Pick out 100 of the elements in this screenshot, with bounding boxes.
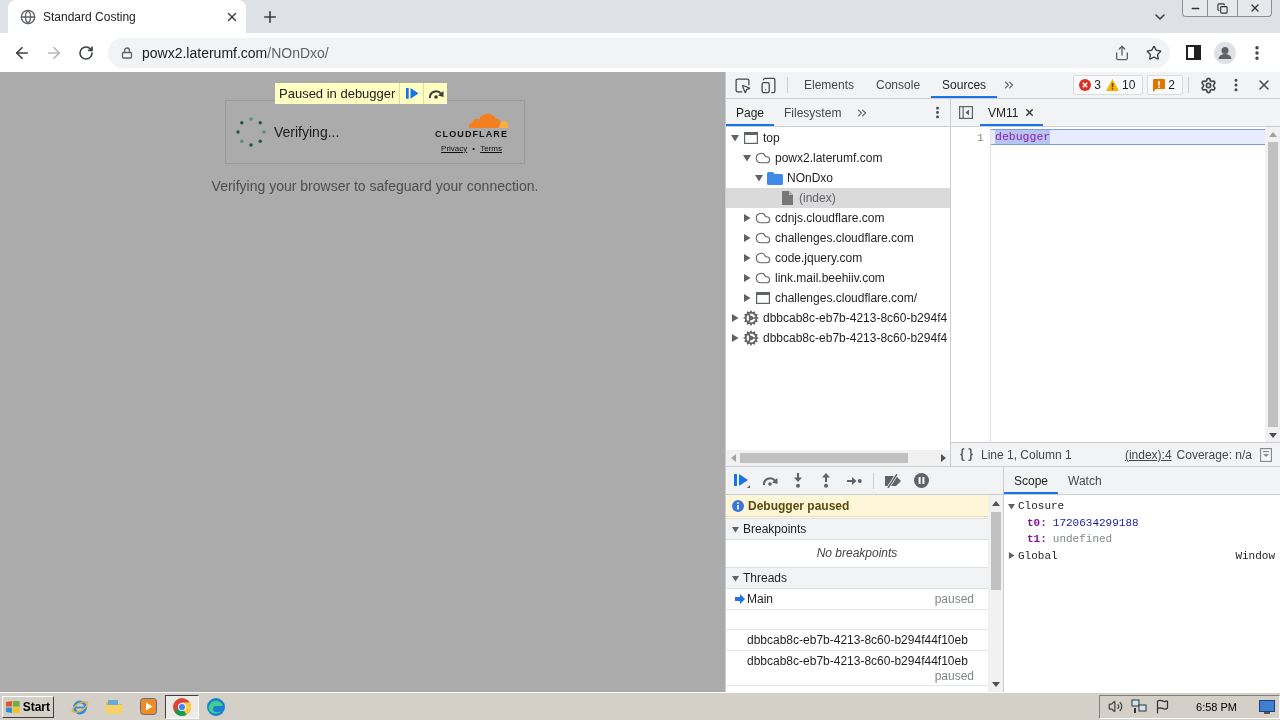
- network-icon[interactable]: [1131, 699, 1148, 714]
- paused-message: Debugger paused: [748, 498, 850, 513]
- device-toolbar-icon[interactable]: [759, 76, 777, 94]
- step-over-icon[interactable]: [427, 88, 444, 99]
- file-tab[interactable]: VM11: [980, 99, 1044, 126]
- issue-icon: [1153, 78, 1166, 92]
- issues-counter[interactable]: 2: [1147, 75, 1183, 95]
- disclosure-triangle-icon[interactable]: [743, 294, 751, 302]
- speaker-icon[interactable]: [1108, 699, 1124, 714]
- scrollbar-thumb[interactable]: [990, 512, 1001, 590]
- step-out-icon[interactable]: [822, 473, 830, 488]
- pause-on-exceptions-icon[interactable]: [913, 473, 929, 488]
- start-button[interactable]: Start: [2, 695, 54, 718]
- disclosure-triangle-icon[interactable]: [743, 274, 751, 282]
- disclosure-triangle-icon[interactable]: [743, 254, 751, 262]
- coverage-icon[interactable]: [1260, 447, 1272, 462]
- resume-icon[interactable]: [405, 88, 419, 99]
- horizontal-scrollbar[interactable]: [726, 450, 950, 466]
- tree-item[interactable]: link.mail.beehiiv.com: [726, 268, 950, 288]
- tree-item[interactable]: challenges.cloudflare.com: [726, 228, 950, 248]
- tree-item[interactable]: NOnDxo: [726, 168, 950, 188]
- step-icon[interactable]: [846, 476, 862, 485]
- share-icon[interactable]: [1114, 44, 1130, 61]
- disclosure-triangle-icon[interactable]: [743, 234, 751, 242]
- thread-item[interactable]: Main paused: [726, 589, 988, 610]
- tree-item[interactable]: dbbcab8c-eb7b-4213-8c60-b294f4: [726, 308, 950, 328]
- disclosure-triangle-icon[interactable]: [732, 574, 739, 582]
- address-bar[interactable]: powx2.laterumf.com/NOnDxo/: [108, 37, 1170, 68]
- clock: 6:58 PM: [1196, 700, 1237, 713]
- console-counters[interactable]: 3 10: [1073, 75, 1144, 95]
- profile-avatar-icon[interactable]: [1214, 41, 1236, 64]
- source-link[interactable]: (index):4: [1124, 447, 1172, 462]
- lock-icon: [121, 46, 133, 59]
- sidebar-toggle-icon[interactable]: [958, 106, 973, 119]
- scroll-down-icon[interactable]: [1268, 432, 1277, 438]
- scroll-right-icon[interactable]: [940, 454, 946, 462]
- pretty-print-icon[interactable]: [958, 447, 974, 462]
- disclosure-triangle-icon[interactable]: [743, 214, 751, 222]
- deactivate-breakpoints-icon[interactable]: [884, 473, 902, 488]
- vertical-scrollbar[interactable]: [1265, 127, 1280, 442]
- section-header[interactable]: Threads: [726, 567, 988, 589]
- disclosure-triangle-icon[interactable]: [1008, 502, 1015, 510]
- navigator-tab[interactable]: Filesystem: [774, 99, 852, 126]
- swirl-icon[interactable]: [207, 697, 225, 716]
- side-panel-icon[interactable]: [1185, 45, 1201, 60]
- thread-item[interactable]: dbbcab8c-eb7b-4213-8c60-b294f44f10eb: [726, 629, 988, 651]
- sidebar-tab[interactable]: Watch: [1058, 467, 1112, 494]
- wheel-icon[interactable]: [173, 697, 191, 716]
- vertical-scrollbar[interactable]: [988, 495, 1003, 692]
- star-icon[interactable]: [1146, 44, 1162, 61]
- show-desktop-icon[interactable]: [1259, 699, 1275, 714]
- restore-button[interactable]: [1208, 0, 1238, 17]
- scroll-up-icon[interactable]: [991, 500, 1000, 506]
- reload-icon[interactable]: [78, 44, 94, 61]
- step-into-icon[interactable]: [794, 473, 802, 488]
- scrollbar-thumb[interactable]: [1267, 142, 1278, 427]
- globe-icon: [20, 8, 36, 25]
- sidebar-tab[interactable]: Scope: [1004, 467, 1059, 494]
- scope-section[interactable]: Global: [1008, 549, 1058, 562]
- play-tile-icon[interactable]: [139, 698, 157, 715]
- tree-item[interactable]: cdnjs.cloudflare.com: [726, 208, 950, 228]
- section-header[interactable]: Breakpoints: [726, 518, 988, 540]
- navigator-tab[interactable]: Page: [726, 99, 775, 126]
- disclosure-triangle-icon[interactable]: [731, 134, 739, 142]
- tree-item[interactable]: code.jquery.com: [726, 248, 950, 268]
- disclosure-triangle-icon[interactable]: [732, 525, 739, 533]
- footer-link[interactable]: Privacy: [441, 143, 468, 153]
- tree-item[interactable]: top: [726, 128, 950, 148]
- tree-item[interactable]: powx2.laterumf.com: [726, 148, 950, 168]
- disclosure-triangle-icon[interactable]: [1008, 552, 1015, 560]
- tree-item[interactable]: (index): [726, 188, 950, 208]
- disclosure-triangle-icon[interactable]: [743, 154, 751, 162]
- close-icon[interactable]: [1024, 107, 1036, 118]
- cursor-position: Line 1, Column 1: [981, 447, 1072, 462]
- close-icon[interactable]: [1256, 77, 1272, 93]
- tree-item[interactable]: challenges.cloudflare.com/: [726, 288, 950, 308]
- scrollbar-thumb[interactable]: [740, 453, 908, 463]
- scope-name: t0:: [1027, 516, 1047, 529]
- disclosure-triangle-icon[interactable]: [731, 314, 739, 322]
- close-window-button[interactable]: [1238, 0, 1272, 17]
- scroll-down-icon[interactable]: [991, 681, 1000, 687]
- settings-icon[interactable]: [1199, 76, 1217, 94]
- scope-section[interactable]: Closure: [1008, 500, 1065, 513]
- taskbar-app-button[interactable]: [165, 694, 199, 719]
- inspect-icon[interactable]: [733, 76, 751, 94]
- coverage-text: Coverage: n/a: [1176, 447, 1252, 462]
- disclosure-triangle-icon[interactable]: [731, 334, 739, 342]
- tree-item[interactable]: dbbcab8c-eb7b-4213-8c60-b294f4: [726, 328, 950, 348]
- browser-tab[interactable]: Standard Costing: [8, 0, 246, 33]
- disclosure-triangle-icon[interactable]: [755, 174, 763, 182]
- link-separator: •: [472, 143, 476, 153]
- url-text: powx2.laterumf.com/NOnDxo/: [142, 44, 329, 61]
- resume-icon[interactable]: [734, 473, 750, 488]
- devtools-tab[interactable]: Elements: [793, 72, 866, 98]
- gear-icon: [743, 330, 759, 346]
- devtools-tab[interactable]: Console: [865, 72, 932, 98]
- warning-icon: [1105, 79, 1119, 91]
- step-over-icon[interactable]: [762, 475, 778, 486]
- footer-link[interactable]: Terms: [480, 143, 502, 153]
- flag-icon[interactable]: [1155, 699, 1171, 714]
